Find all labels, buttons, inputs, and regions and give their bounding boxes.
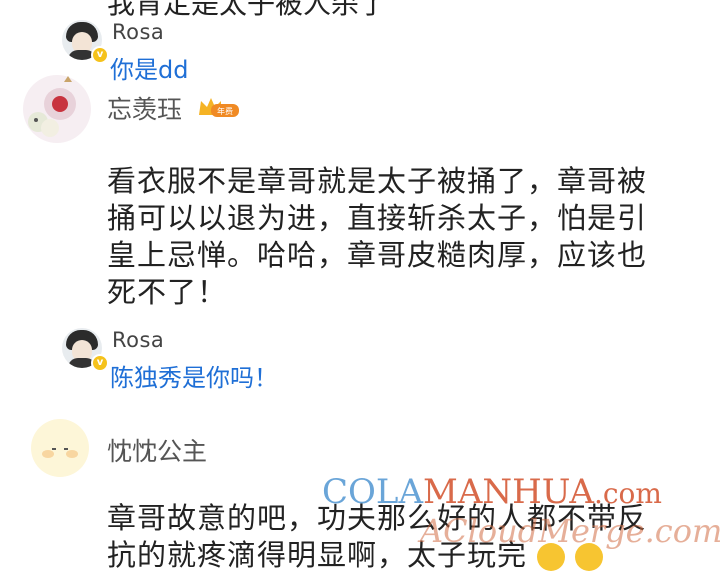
previous-comment-text: 我肯定是太子被人杀了 (107, 0, 388, 20)
watermark-logo: COLAMANHUA.com (322, 472, 662, 512)
comment-line: 看衣服不是章哥就是太子被捅了，章哥被 (107, 164, 648, 198)
avatar[interactable] (30, 418, 90, 478)
verified-icon: v (91, 354, 109, 372)
reply-item[interactable]: v Rosa 你是dd (62, 20, 662, 84)
verified-icon: v (91, 46, 109, 64)
avatar[interactable] (22, 74, 92, 144)
comment-header: 忘羡珏 (22, 74, 702, 144)
comment-line: 死不了！ (107, 275, 228, 309)
reply-item[interactable]: v Rosa 陈独秀是你吗！ (62, 328, 662, 392)
reply-username[interactable]: Rosa (112, 328, 164, 352)
comment-line: 皇上忌惮。哈哈，章哥皮糙肉厚，应该也 (107, 238, 648, 272)
comment-username[interactable]: 忘羡珏 (107, 90, 182, 126)
vip-crown-icon: 年费 (199, 98, 239, 117)
watermark-logo: ACloudMerge.com (420, 512, 720, 550)
reply-username[interactable]: Rosa (112, 20, 164, 44)
comment-username[interactable]: 忱忱公主 (107, 432, 207, 468)
reply-text: 陈独秀是你吗！ (110, 364, 278, 392)
comment-line: 捅可以以退为进，直接斩杀太子，怕是引 (107, 201, 648, 235)
svg-text:年费: 年费 (217, 106, 233, 116)
comment-body: 看衣服不是章哥就是太子被捅了，章哥被 捅可以以退为进，直接斩杀太子，怕是引 皇上… (107, 163, 697, 311)
